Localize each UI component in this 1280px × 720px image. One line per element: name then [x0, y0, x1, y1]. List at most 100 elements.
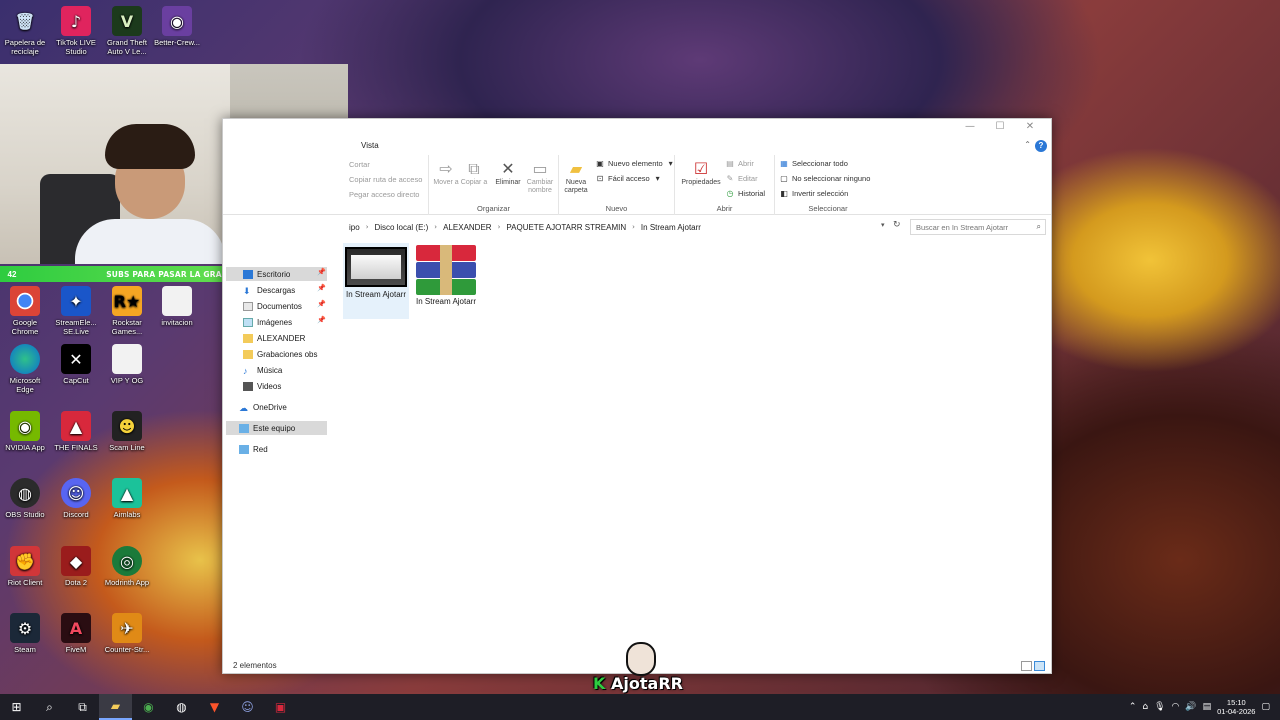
address-dropdown-icon[interactable]: ▾ — [881, 221, 885, 229]
new-folder-button[interactable]: ▰ Nueva carpeta — [561, 159, 591, 195]
select-all-button[interactable]: ▦ Seleccionar todo — [779, 159, 848, 168]
desktop-icon-the-finals[interactable]: ▲ THE FINALS — [51, 411, 101, 452]
taskbar-file-explorer[interactable]: ▰ — [99, 694, 132, 720]
maximize-icon[interactable]: ☐ — [985, 121, 1015, 132]
desktop-icon-tiktok[interactable]: ♪ TikTok LIVE Studio — [51, 6, 101, 56]
desktop-icon-recycle-bin[interactable]: 🗑 Papelera de reciclaje — [0, 6, 50, 56]
collapse-ribbon-icon[interactable]: ⌃ — [1024, 140, 1031, 149]
copy-to-button[interactable]: ⧉ Copiar a — [459, 159, 489, 187]
network-icon[interactable]: ⌂ — [1142, 702, 1148, 712]
network-icon — [239, 444, 249, 454]
clock[interactable]: 15:10 01-04-2026 — [1217, 698, 1255, 716]
desktop-icon-streamelements[interactable]: ✦ StreamEle... SE.Live — [51, 286, 101, 336]
search-input[interactable]: Buscar en In Stream Ajotarr ⌕ — [910, 219, 1046, 235]
help-icon[interactable]: ? — [1035, 140, 1047, 152]
chevron-down-icon: ▾ — [655, 174, 660, 183]
breadcrumb-item[interactable]: In Stream Ajotarr — [641, 223, 701, 232]
desktop-icon-gta[interactable]: V Grand Theft Auto V Le... — [102, 6, 152, 56]
history-button[interactable]: ◷ Historial — [725, 189, 766, 198]
large-icons-view-icon[interactable] — [1034, 661, 1045, 671]
nav-item-imagenes[interactable]: Imágenes — [243, 315, 292, 329]
taskbar-brave[interactable]: ▼ — [198, 694, 231, 720]
chevron-up-icon[interactable]: ⌃ — [1129, 702, 1137, 712]
desktop-icon-riot-client[interactable]: ✊ Riot Client — [0, 546, 50, 587]
desktop-icon-steam[interactable]: ⚙ Steam — [0, 613, 50, 654]
notifications-icon[interactable]: ▢ — [1261, 702, 1270, 712]
nav-item-onedrive[interactable]: ☁ OneDrive — [239, 400, 287, 414]
nav-item-escritorio[interactable]: Escritorio — [243, 267, 290, 281]
new-item-button[interactable]: ▣ Nuevo elemento ▾ — [595, 159, 676, 168]
delete-button[interactable]: ✕ Eliminar — [493, 159, 523, 187]
nav-item-descargas[interactable]: ⬇ Descargas — [243, 283, 295, 297]
search-button[interactable]: ⌕ — [33, 694, 66, 720]
nav-item-este-equipo[interactable]: Este equipo — [239, 421, 295, 435]
nav-item-videos[interactable]: Videos — [243, 379, 281, 393]
wifi-icon[interactable]: ◠ — [1172, 702, 1180, 712]
desktop-icon-capcut[interactable]: ✕ CapCut — [51, 344, 101, 385]
nav-item-documentos[interactable]: Documentos — [243, 299, 302, 313]
move-to-button[interactable]: ⇨ Mover a — [431, 159, 461, 187]
breadcrumb-item[interactable]: ALEXANDER — [443, 223, 491, 232]
invert-selection-button[interactable]: ◧ Invertir selección — [779, 189, 848, 198]
desktop-icon-chrome[interactable]: Google Chrome — [0, 286, 50, 336]
tab-vista[interactable]: Vista — [361, 141, 379, 150]
nav-item-grabaciones-obs[interactable]: Grabaciones obs — [243, 347, 317, 361]
task-view-button[interactable]: ⧉ — [66, 694, 99, 720]
taskbar-chrome[interactable]: ◉ — [132, 694, 165, 720]
paste-shortcut-button[interactable]: Pegar acceso directo — [349, 190, 419, 199]
desktop-icon-nvidia[interactable]: ◉ NVIDIA App — [0, 411, 50, 452]
microphone-icon[interactable]: 🎙 — [1154, 702, 1165, 712]
desktop-icon-aimlabs[interactable]: ▲ Aimlabs — [102, 478, 152, 519]
desktop-icon-invitacion[interactable]: invitacion — [152, 286, 202, 327]
copy-to-icon: ⧉ — [468, 159, 480, 178]
edit-button[interactable]: ✎ Editar — [725, 174, 758, 183]
easy-access-button[interactable]: ⊡ Fácil acceso ▾ — [595, 174, 663, 183]
breadcrumb-item[interactable]: PAQUETE AJOTARR STREAMIN — [506, 223, 626, 232]
nav-item-red[interactable]: Red — [239, 442, 268, 456]
refresh-icon[interactable]: ↻ — [893, 220, 901, 230]
volume-icon[interactable]: 🔊 — [1185, 702, 1196, 712]
breadcrumb-item[interactable]: Disco local (E:) — [375, 223, 429, 232]
taskbar-obs[interactable]: ◍ — [165, 694, 198, 720]
file-item-video[interactable]: In Stream Ajotarr — [343, 243, 409, 319]
desktop-icon-scam-line[interactable]: ☻ Scam Line — [102, 411, 152, 452]
file-explorer-window: — ☐ ✕ Vista ⌃ ? Cortar Copiar ruta de ac… — [222, 118, 1052, 674]
close-icon[interactable]: ✕ — [1015, 121, 1045, 132]
open-button[interactable]: ▤ Abrir — [725, 159, 754, 168]
minimize-icon[interactable]: — — [955, 121, 985, 132]
chevron-right-icon: › — [365, 223, 369, 231]
history-icon: ◷ — [726, 189, 734, 198]
cut-button[interactable]: Cortar — [349, 160, 370, 169]
pin-icon: 📌 — [317, 300, 326, 308]
desktop-icon-better-crewlink[interactable]: ◉ Better-Crew... — [152, 6, 202, 47]
taskbar-app[interactable]: ▣ — [264, 694, 297, 720]
select-none-button[interactable]: ▢ No seleccionar ninguno — [779, 174, 870, 183]
rename-button[interactable]: ▭ Cambiar nombre — [525, 159, 555, 195]
nav-item-alexander[interactable]: ALEXANDER — [243, 331, 305, 345]
desktop-icon-edge[interactable]: Microsoft Edge — [0, 344, 50, 394]
desktop-icon-rockstar[interactable]: R★ Rockstar Games... — [102, 286, 152, 336]
properties-button[interactable]: ☑ Propiedades — [679, 159, 723, 187]
breadcrumb-item[interactable]: ipo — [349, 223, 360, 232]
desktop-icon-vip-y-og[interactable]: VIP Y OG — [102, 344, 152, 385]
start-button[interactable]: ⊞ — [0, 694, 33, 720]
desktop-icon-discord[interactable]: ☺ Discord — [51, 478, 101, 519]
desktop-icon-label: NVIDIA App — [5, 443, 45, 452]
breadcrumb[interactable]: ipo › Disco local (E:) › ALEXANDER › PAQ… — [349, 219, 904, 235]
copy-path-button[interactable]: Copiar ruta de acceso — [349, 175, 422, 184]
details-view-icon[interactable] — [1021, 661, 1032, 671]
better-crewlink-icon: ◉ — [162, 6, 192, 36]
desktop-icon-label: Google Chrome — [11, 318, 39, 336]
chevron-right-icon: › — [497, 223, 501, 231]
file-item-rar[interactable]: In Stream Ajotarr — [413, 243, 479, 319]
pin-icon: 📌 — [317, 316, 326, 324]
desktop-icon-obs[interactable]: ◍ OBS Studio — [0, 478, 50, 519]
desktop-icon-dota2[interactable]: ◆ Dota 2 — [51, 546, 101, 587]
taskbar-discord[interactable]: ☺ — [231, 694, 264, 720]
desktop-icon-counter-strike[interactable]: ✈ Counter-Str... — [102, 613, 152, 654]
rename-icon: ▭ — [532, 159, 548, 178]
language-icon[interactable]: ▤ — [1203, 702, 1212, 712]
desktop-icon-modrinth[interactable]: ◎ Modrinth App — [102, 546, 152, 587]
nav-item-musica[interactable]: ♪ Música — [243, 363, 282, 377]
desktop-icon-fivem[interactable]: A FiveM — [51, 613, 101, 654]
